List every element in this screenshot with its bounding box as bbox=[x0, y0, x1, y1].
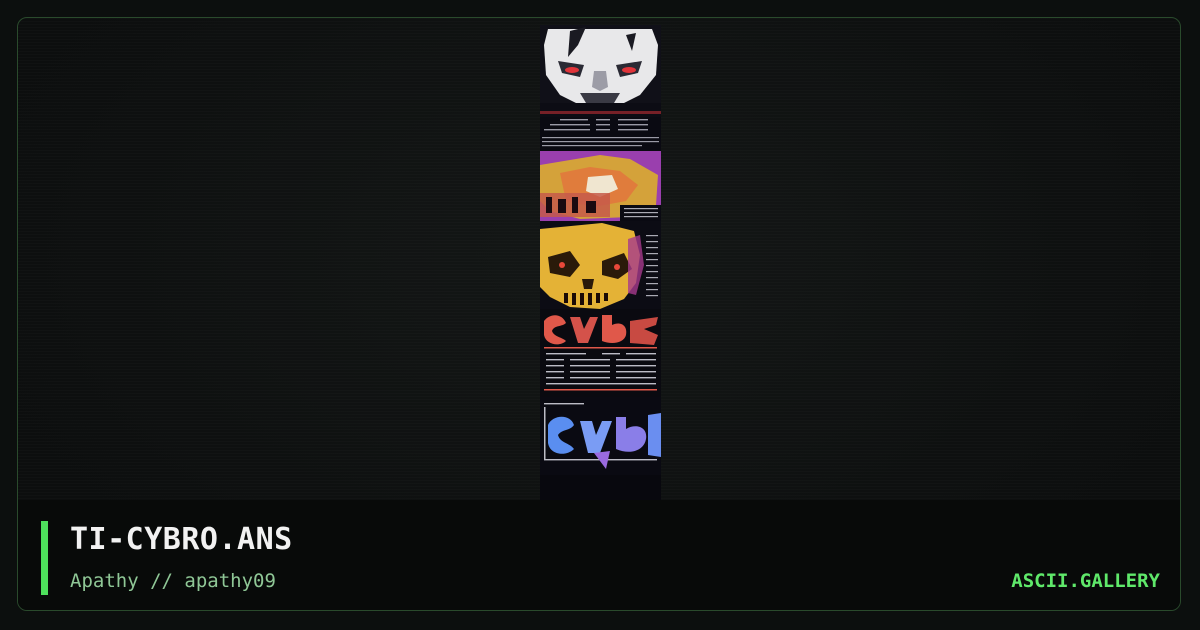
footer-bar: TI-CYBRO.ANS Apathy // apathy09 ASCII.GA… bbox=[18, 500, 1180, 610]
accent-bar bbox=[41, 521, 48, 595]
artwork-title[interactable]: TI-CYBRO.ANS bbox=[70, 522, 293, 557]
card-frame: TI-CYBRO.ANS Apathy // apathy09 ASCII.GA… bbox=[17, 17, 1181, 611]
ansi-art-preview[interactable] bbox=[540, 25, 661, 505]
ansi-art-image bbox=[540, 25, 661, 505]
site-brand-link[interactable]: ASCII.GALLERY bbox=[1011, 570, 1160, 592]
artwork-byline[interactable]: Apathy // apathy09 bbox=[70, 570, 276, 592]
